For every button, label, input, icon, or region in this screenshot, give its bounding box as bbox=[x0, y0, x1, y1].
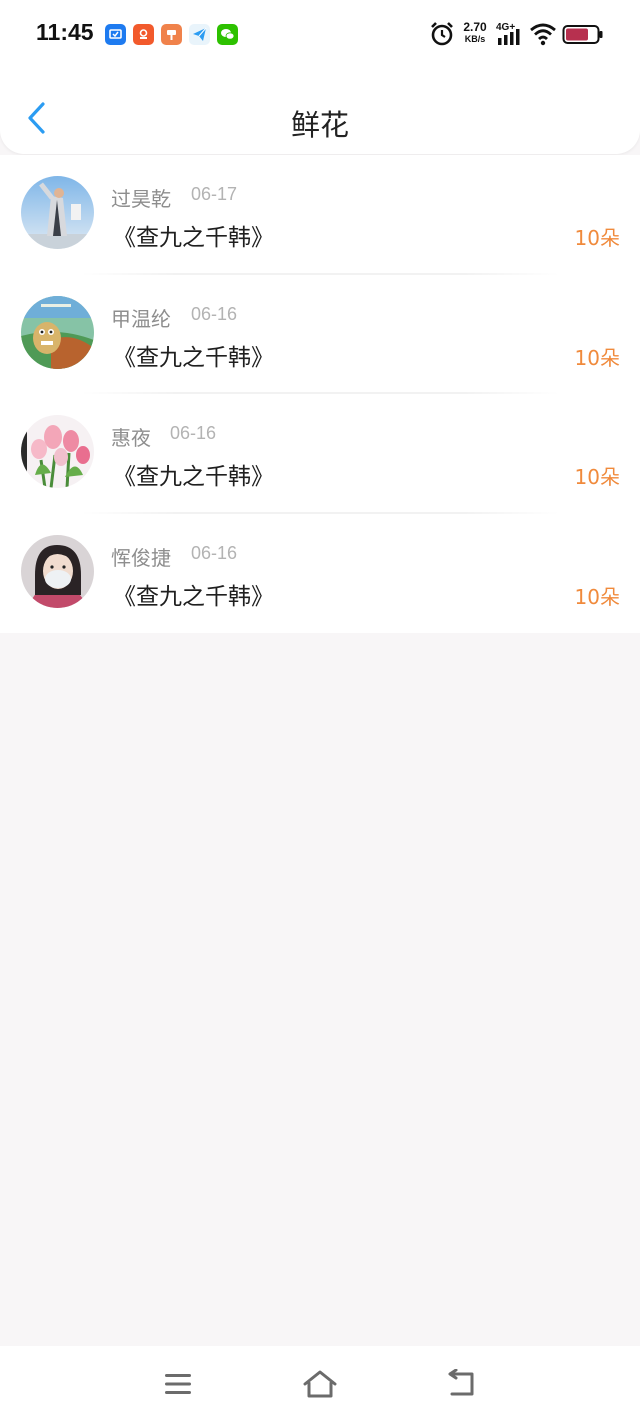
flower-amount: 10朵 bbox=[574, 226, 620, 250]
back-icon bbox=[448, 1369, 474, 1396]
system-navigation-bar bbox=[0, 1346, 640, 1422]
flower-amount: 10朵 bbox=[574, 345, 620, 370]
sender-name: 恽俊捷 bbox=[111, 545, 171, 570]
work-title: 《查九之千韩》 bbox=[113, 464, 274, 490]
home-button[interactable] bbox=[300, 1366, 340, 1402]
status-time: 11:45 bbox=[36, 19, 94, 45]
pin-app-icon bbox=[161, 24, 182, 45]
list-item[interactable]: 过昊乾 06-17 《查九之千韩》 10朵 bbox=[0, 155, 640, 275]
sender-name: 过昊乾 bbox=[111, 187, 171, 211]
list-item[interactable]: 甲温纶 06-16 《查九之千韩》 10朵 bbox=[0, 275, 640, 394]
home-icon bbox=[303, 1370, 337, 1398]
network-speed-value: 2.70 bbox=[463, 20, 487, 34]
pinduoduo-app-icon bbox=[133, 24, 154, 45]
avatar[interactable] bbox=[21, 176, 94, 249]
work-title: 《查九之千韩》 bbox=[113, 583, 274, 610]
avatar[interactable] bbox=[21, 415, 94, 488]
send-date: 06-16 bbox=[170, 423, 217, 443]
notification-app-icon bbox=[105, 24, 126, 45]
top-bar: 11:45 2.70 KB/s 4G+ 鲜花 bbox=[0, 0, 640, 154]
work-title: 《查九之千韩》 bbox=[113, 344, 274, 371]
alarm-icon bbox=[430, 21, 454, 51]
flower-amount: 10朵 bbox=[574, 584, 620, 609]
flower-amount: 10朵 bbox=[574, 465, 620, 489]
menu-button[interactable] bbox=[158, 1366, 198, 1402]
sender-name: 惠夜 bbox=[111, 426, 151, 450]
send-date: 06-16 bbox=[191, 303, 238, 324]
list-item[interactable]: 恽俊捷 06-16 《查九之千韩》 10朵 bbox=[0, 514, 640, 634]
avatar[interactable] bbox=[21, 295, 94, 369]
work-title: 《查九之千韩》 bbox=[113, 225, 274, 251]
navigation-bar: 鲜花 bbox=[0, 80, 640, 154]
list-item[interactable]: 惠夜 06-16 《查九之千韩》 10朵 bbox=[0, 394, 640, 514]
wifi-icon bbox=[529, 22, 557, 50]
network-type-label: 4G+ bbox=[496, 22, 515, 33]
back-nav-button[interactable] bbox=[442, 1366, 482, 1402]
telegram-app-icon bbox=[189, 24, 210, 45]
menu-icon bbox=[165, 1374, 191, 1394]
send-date: 06-16 bbox=[191, 542, 238, 563]
network-speed-unit: KB/s bbox=[464, 34, 486, 44]
wechat-app-icon bbox=[217, 24, 238, 45]
page-title: 鲜花 bbox=[290, 108, 349, 142]
signal-icon: 4G+ bbox=[496, 20, 524, 50]
battery-icon bbox=[562, 24, 604, 50]
avatar[interactable] bbox=[21, 534, 94, 608]
send-date: 06-17 bbox=[191, 184, 238, 204]
network-speed: 2.70 KB/s bbox=[458, 21, 492, 45]
status-bar: 11:45 2.70 KB/s 4G+ bbox=[0, 0, 640, 68]
flower-record-list: 过昊乾 06-17 《查九之千韩》 10朵 甲温纶 06-16 《查九之千韩》 bbox=[0, 155, 640, 633]
sender-name: 甲温纶 bbox=[111, 306, 171, 331]
